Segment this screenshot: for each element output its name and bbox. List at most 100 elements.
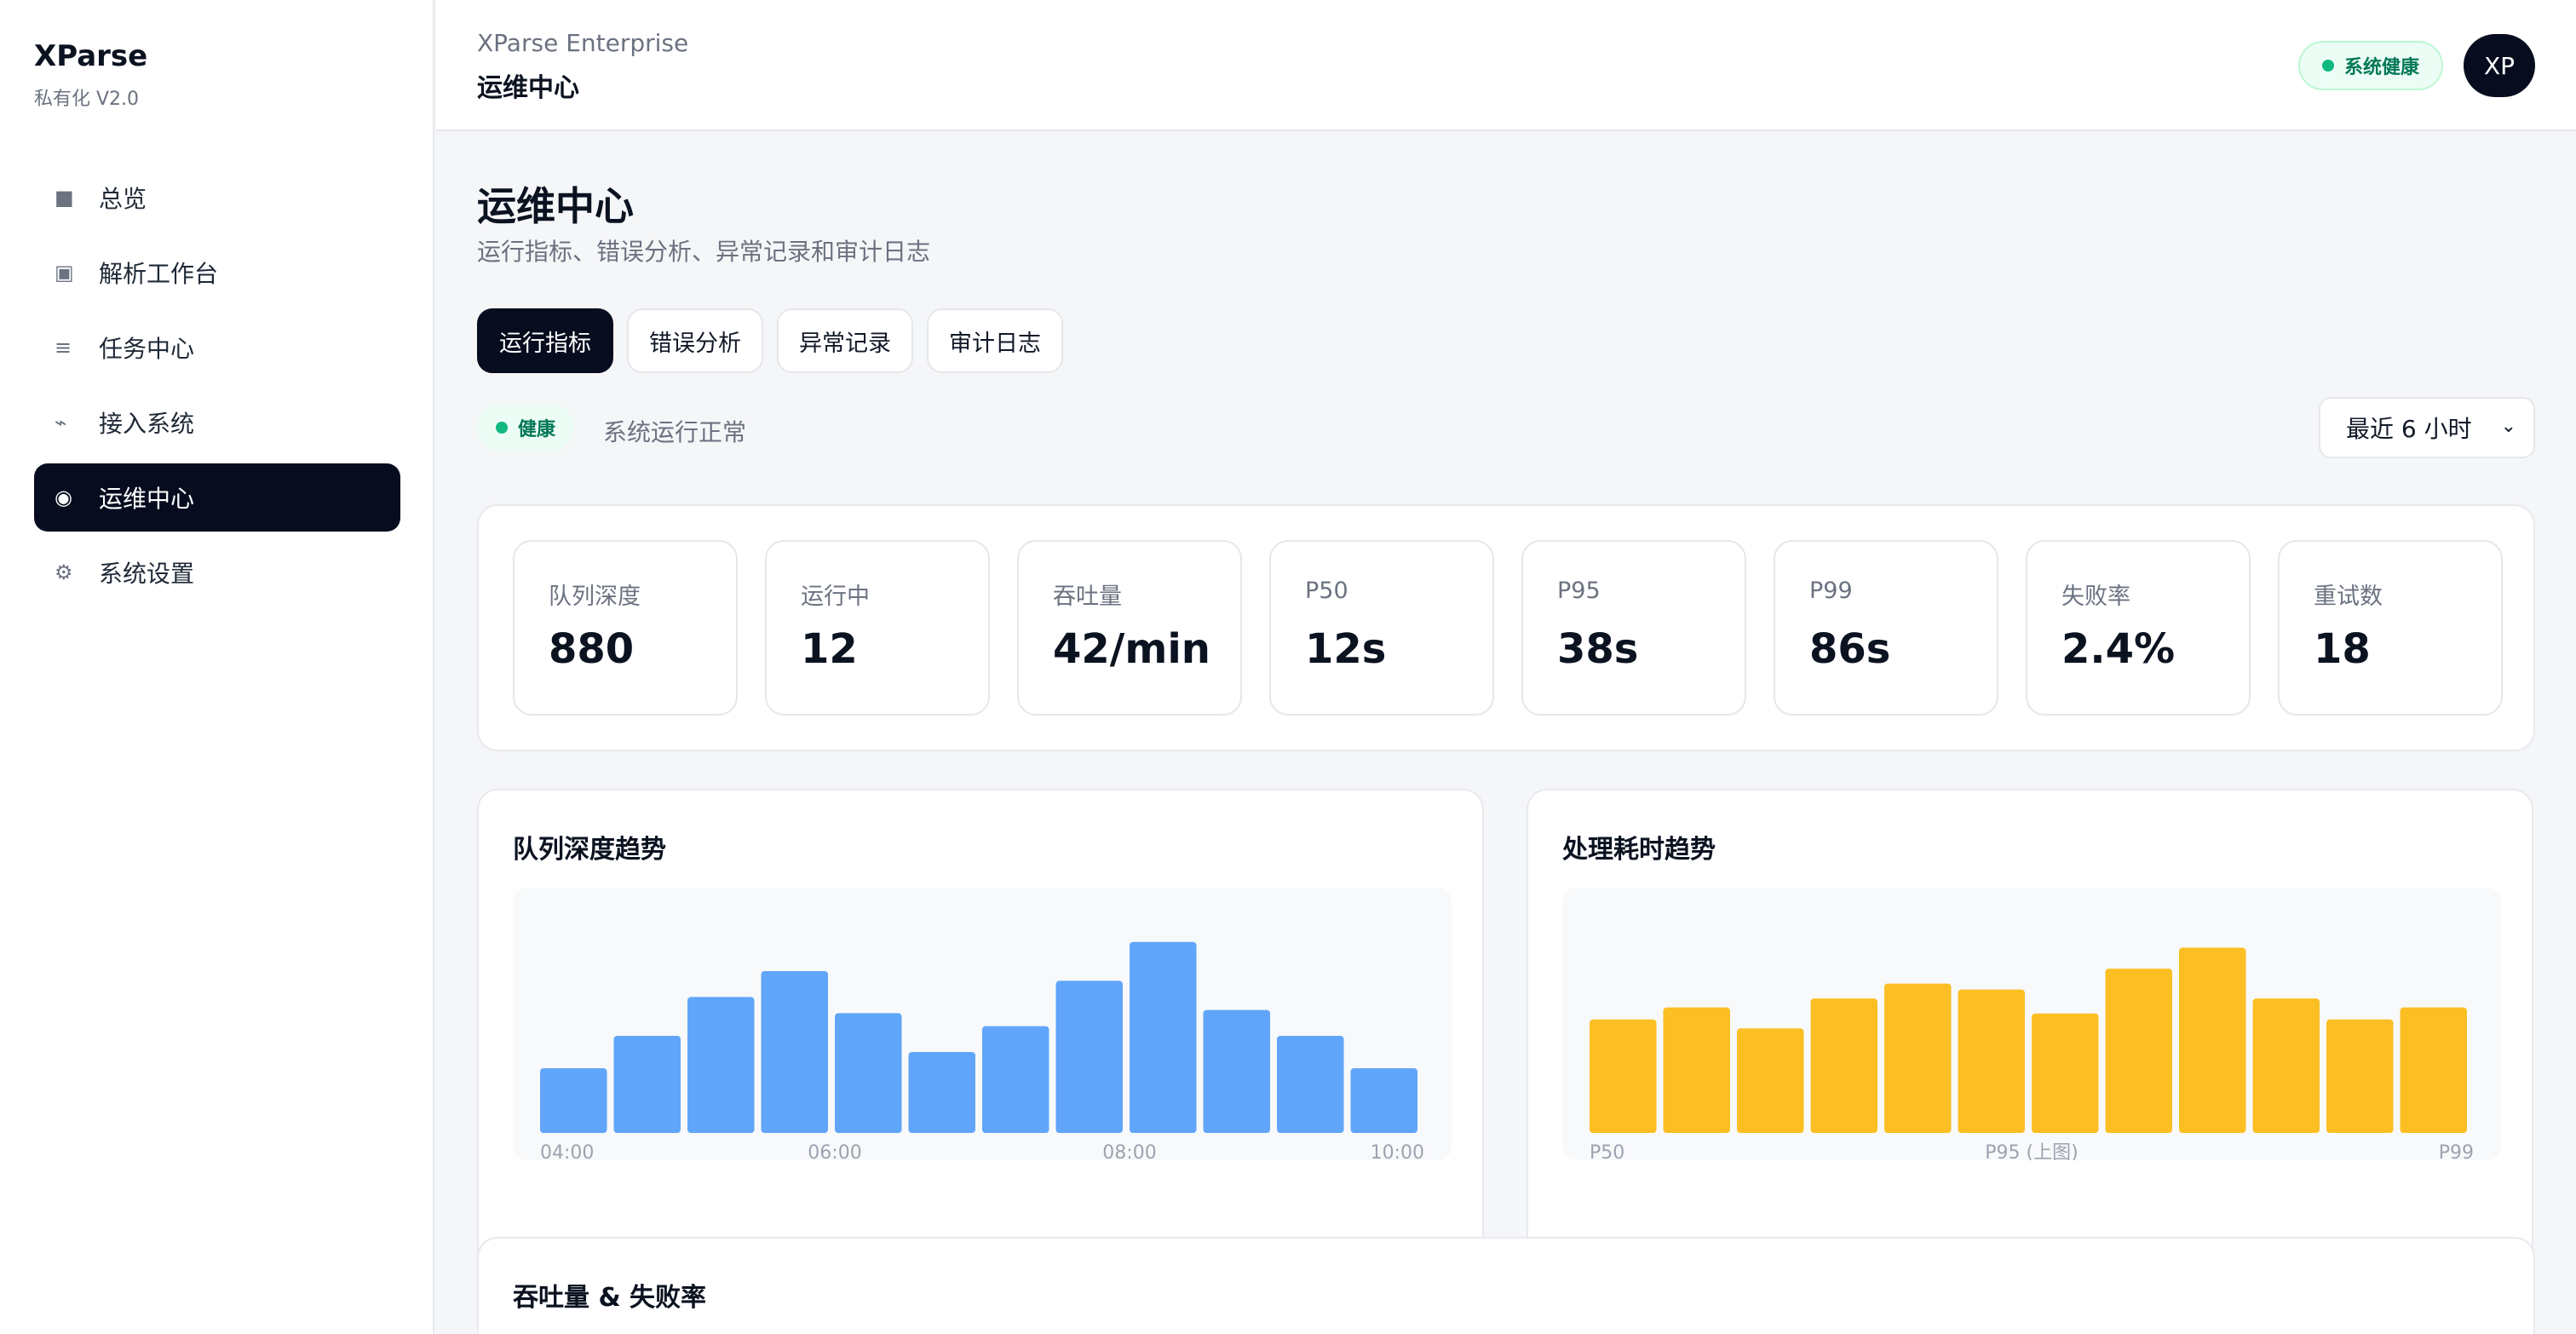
metric-value: 86s	[1809, 625, 1891, 673]
tab-error-analysis[interactable]: 错误分析	[627, 308, 763, 373]
sidebar-item-label: 任务中心	[99, 335, 195, 363]
status-row: 健康 系统运行正常 最近 6 小时 ⌄	[477, 397, 2535, 458]
chart-bar	[1350, 1068, 1417, 1133]
metrics-card: 队列深度 880 运行中 12 吞吐量 42/min P50 12s P95 3…	[477, 504, 2535, 751]
chart-title: 队列深度趋势	[513, 835, 666, 865]
metric-failure-rate: 失败率 2.4%	[2026, 540, 2251, 716]
sidebar-item-label: 总览	[99, 185, 147, 213]
chart-bar	[1590, 1019, 1657, 1133]
chart-bar	[982, 1026, 1049, 1133]
chart-bar	[687, 997, 755, 1133]
chart-bar	[1884, 983, 1952, 1133]
sidebar-nav: ■ 总览 ▣ 解析工作台 ≡ 任务中心 ⌁ 接入系统 ◉ 运维中心 ⚙ 系统设置	[34, 164, 400, 613]
avatar[interactable]: XP	[2464, 34, 2535, 97]
x-tick-label: 08:00	[1102, 1142, 1156, 1160]
chart-bar	[540, 1068, 607, 1133]
processing-time-chart: P50 P95 (上图) P99	[1562, 888, 2501, 1160]
metric-value: 12s	[1305, 625, 1387, 673]
page-title: 运维中心	[477, 183, 634, 229]
tab-audit-log[interactable]: 审计日志	[927, 308, 1063, 373]
metric-label: 队列深度	[549, 584, 641, 610]
metric-retry-count: 重试数 18	[2278, 540, 2503, 716]
chart-bar	[2179, 947, 2246, 1133]
status-dot-icon	[2321, 60, 2334, 72]
metric-p50: P50 12s	[1269, 540, 1494, 716]
throughput-failure-title: 吞吐量 & 失败率	[513, 1283, 707, 1313]
health-status-badge: 健康	[477, 404, 575, 451]
metric-label: P95	[1557, 578, 1601, 604]
tab-exception-records[interactable]: 异常记录	[777, 308, 913, 373]
x-tick-label: 04:00	[540, 1142, 594, 1160]
chart-bar	[1055, 980, 1123, 1133]
app-root: XParse 私有化 V2.0 ■ 总览 ▣ 解析工作台 ≡ 任务中心 ⌁ 接入…	[0, 0, 2576, 1334]
connector-icon: ⌁	[55, 411, 67, 434]
metric-label: P50	[1305, 578, 1348, 604]
tab-bar: 运行指标 错误分析 异常记录 审计日志	[477, 308, 1077, 373]
chart-bar	[2252, 998, 2320, 1133]
throughput-failure-card: 吞吐量 & 失败率	[477, 1237, 2535, 1334]
chart-bar	[2326, 1019, 2394, 1133]
processing-time-chart-svg: P50 P95 (上图) P99	[1590, 947, 2474, 1160]
brand-title: XParse	[34, 39, 148, 73]
metric-value: 12	[801, 625, 858, 673]
chart-bar	[1203, 1009, 1270, 1133]
header-title: 运维中心	[477, 73, 579, 103]
sidebar-item-overview[interactable]: ■ 总览	[34, 164, 400, 232]
main-content: 运维中心 运行指标、错误分析、异常记录和审计日志 运行指标 错误分析 异常记录 …	[436, 133, 2576, 1334]
chart-bar	[835, 1013, 902, 1133]
header-subtitle: XParse Enterprise	[477, 29, 689, 57]
sidebar-item-label: 解析工作台	[99, 260, 219, 288]
sidebar-item-settings[interactable]: ⚙ 系统设置	[34, 538, 400, 607]
metric-p95: P95 38s	[1521, 540, 1746, 716]
chart-bar	[1663, 1007, 1730, 1133]
metric-label: 吞吐量	[1053, 584, 1122, 610]
x-tick-label: P99	[2439, 1142, 2474, 1160]
metric-value: 2.4%	[2061, 625, 2176, 673]
metric-label: 运行中	[801, 584, 870, 610]
chart-bar	[2032, 1013, 2099, 1133]
page-description: 运行指标、错误分析、异常记录和审计日志	[477, 238, 931, 266]
sidebar-item-ops-center[interactable]: ◉ 运维中心	[34, 463, 400, 532]
x-tick-label: 06:00	[808, 1142, 861, 1160]
chart-bar	[1130, 941, 1197, 1133]
metric-value: 38s	[1557, 625, 1639, 673]
chart-bar	[2400, 1007, 2467, 1133]
time-range-select[interactable]: 最近 6 小时 ⌄	[2319, 397, 2535, 458]
sidebar-item-label: 运维中心	[99, 485, 195, 513]
square-icon: ■	[55, 186, 74, 210]
sidebar: XParse 私有化 V2.0 ■ 总览 ▣ 解析工作台 ≡ 任务中心 ⌁ 接入…	[0, 0, 434, 1334]
metric-p99: P99 86s	[1774, 540, 1998, 716]
sidebar-item-workbench[interactable]: ▣ 解析工作台	[34, 239, 400, 307]
chart-bar	[1737, 1028, 1804, 1133]
metric-throughput: 吞吐量 42/min	[1017, 540, 1242, 716]
top-header: XParse Enterprise 运维中心 系统健康 XP	[436, 0, 2576, 131]
chart-bar	[2105, 969, 2172, 1133]
x-tick-label: P50	[1590, 1142, 1624, 1160]
chart-bar	[613, 1036, 681, 1133]
metric-value: 18	[2314, 625, 2371, 673]
system-health-label: 系统健康	[2343, 57, 2419, 78]
chart-title: 处理耗时趋势	[1562, 835, 1716, 865]
sidebar-item-tasks[interactable]: ≡ 任务中心	[34, 313, 400, 382]
status-dot-icon	[496, 422, 508, 434]
metric-label: 失败率	[2061, 584, 2130, 610]
target-icon: ◉	[55, 486, 72, 509]
metric-value: 42/min	[1053, 625, 1210, 673]
chart-bar	[1958, 989, 2025, 1133]
tab-runtime-metrics[interactable]: 运行指标	[477, 308, 613, 373]
metric-running: 运行中 12	[765, 540, 990, 716]
chart-bar	[1277, 1036, 1344, 1133]
sidebar-item-integrations[interactable]: ⌁ 接入系统	[34, 388, 400, 457]
metric-label: 重试数	[2314, 584, 2383, 610]
health-status-label: 健康	[518, 419, 556, 440]
chart-bar	[1810, 998, 1877, 1133]
metric-queue-depth: 队列深度 880	[513, 540, 738, 716]
system-status-text: 系统运行正常	[603, 418, 747, 446]
chart-bar	[761, 971, 828, 1133]
sidebar-item-label: 接入系统	[99, 410, 195, 438]
queue-depth-chart-svg: 04:00 06:00 08:00 10:00	[540, 941, 1424, 1160]
square-outline-icon: ▣	[55, 261, 74, 285]
x-tick-label: 10:00	[1371, 1142, 1424, 1160]
metric-value: 880	[549, 625, 635, 673]
x-tick-label: P95 (上图)	[1985, 1142, 2078, 1160]
